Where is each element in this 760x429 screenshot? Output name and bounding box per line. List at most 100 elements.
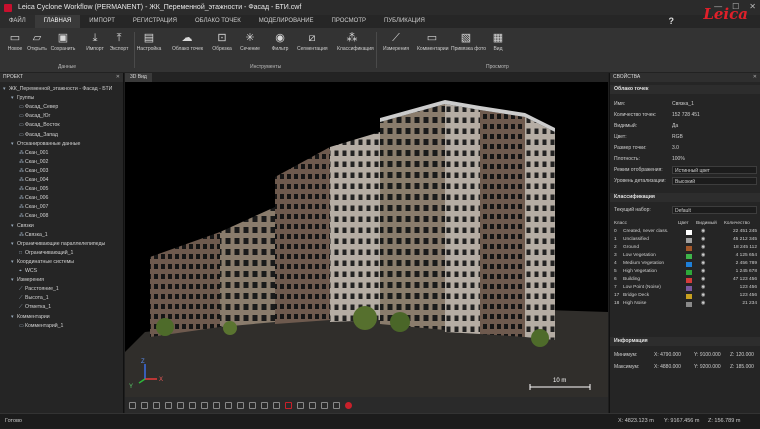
property-select[interactable]: Высокий <box>672 177 757 185</box>
top-view-icon[interactable] <box>177 401 184 409</box>
close-icon[interactable]: ✕ <box>116 73 120 82</box>
tree-item[interactable]: ▾ Координатные системы <box>11 258 74 267</box>
class-color-swatch[interactable] <box>686 285 692 291</box>
eye-icon[interactable]: ◉ <box>701 276 705 284</box>
filter-button[interactable]: ◉ Фильтр <box>265 32 295 64</box>
tree-item[interactable]: ▾ Группы <box>11 94 34 103</box>
classification-row[interactable]: 5 High Vegetation ◉ 1 245 678 <box>613 268 759 276</box>
tree-item[interactable]: ⁂Скан_004 <box>19 176 48 185</box>
section-button[interactable]: ✳ Сечение <box>235 32 265 64</box>
classification-row[interactable]: 3 Low Vegetation ◉ 4 125 654 <box>613 252 759 260</box>
eye-icon[interactable]: ◉ <box>701 268 705 276</box>
menu-tab-file[interactable]: ФАЙЛ <box>0 15 35 28</box>
tree-item[interactable]: ▾ Ограничивающие параллелепипеды <box>11 240 105 249</box>
eye-icon[interactable] <box>321 401 328 409</box>
menu-tab-publish[interactable]: ПУБЛИКАЦИЯ <box>375 15 434 28</box>
tree-item[interactable]: ⁂Скан_006 <box>19 194 48 203</box>
section-icon[interactable] <box>297 401 304 409</box>
property-select[interactable]: Истинный цвет <box>672 166 757 174</box>
menu-tab-point-cloud[interactable]: ОБЛАКО ТОЧЕК <box>186 15 250 28</box>
menu-tab-import[interactable]: ИМПОРТ <box>80 15 124 28</box>
eye-icon[interactable]: ◉ <box>701 284 705 292</box>
tree-item[interactable]: ⌖ WCS <box>19 267 37 276</box>
classification-row[interactable]: 4 Medium Vegetation ◉ 2 456 789 <box>613 260 759 268</box>
tree-item[interactable]: ⁂Связка_1 <box>19 231 48 240</box>
front-view-icon[interactable] <box>189 401 196 409</box>
classification-row[interactable]: 2 Ground ◉ 18 245 112 <box>613 244 759 252</box>
tree-item[interactable]: ▭Фасад_Восток <box>19 121 60 130</box>
measure-icon[interactable] <box>285 401 292 409</box>
layers-icon[interactable] <box>309 401 316 409</box>
tree-item[interactable]: ▾ ЖК_Переменной_этажности - Фасад - БТИ <box>3 85 112 94</box>
tree-item[interactable]: ▭Фасад_Запад <box>19 131 58 140</box>
zoom-icon[interactable] <box>153 401 160 409</box>
view-button[interactable]: ▦ Вид <box>483 32 513 64</box>
tree-item[interactable]: ▾ Комментарии <box>11 313 50 322</box>
eye-icon[interactable]: ◉ <box>701 260 705 268</box>
help-icon[interactable]: ? <box>669 15 675 28</box>
eye-icon[interactable]: ◉ <box>701 236 705 244</box>
box-icon[interactable] <box>249 401 256 409</box>
classification-button[interactable]: ⁂ Классификация <box>337 32 374 64</box>
classification-row[interactable]: 17 Bridge Deck ◉ 123 456 <box>613 292 759 300</box>
section-classification[interactable]: Классификация <box>610 193 760 202</box>
classification-row[interactable]: 1 Unclassified ◉ 45 212 345 <box>613 236 759 244</box>
viewport-3d[interactable]: 3D Вид Z X Y 10 m <box>125 73 608 413</box>
classification-row[interactable]: 18 High Noise ◉ 21 234 <box>613 300 759 308</box>
tree-item[interactable]: ⁂Скан_002 <box>19 158 48 167</box>
tree-item[interactable]: ⁂Скан_003 <box>19 167 48 176</box>
photo-link-button[interactable]: ▧ Привязка фото <box>451 32 486 64</box>
menu-tab-modeling[interactable]: МОДЕЛИРОВАНИЕ <box>250 15 323 28</box>
close-button[interactable]: ✕ <box>749 2 756 11</box>
menu-tab-home[interactable]: ГЛАВНАЯ <box>34 15 81 28</box>
side-view-icon[interactable] <box>201 401 208 409</box>
tree-item[interactable]: ⁂Скан_008 <box>19 212 48 221</box>
tree-item[interactable]: ⁂Скан_001 <box>19 149 48 158</box>
class-color-swatch[interactable] <box>686 261 692 267</box>
menu-tab-registration[interactable]: РЕГИСТРАЦИЯ <box>124 15 186 28</box>
class-color-swatch[interactable] <box>686 245 692 251</box>
tree-item[interactable]: ⁂Скан_007 <box>19 203 48 212</box>
eye-icon[interactable]: ◉ <box>701 300 705 308</box>
class-color-swatch[interactable] <box>686 293 692 299</box>
orbit-icon[interactable] <box>129 401 136 409</box>
class-color-swatch[interactable] <box>686 277 692 283</box>
eye-icon[interactable]: ◉ <box>701 244 705 252</box>
classification-row[interactable]: 6 Building ◉ 47 123 456 <box>613 276 759 284</box>
clip-icon[interactable] <box>261 401 268 409</box>
tree-item[interactable]: ⟋ Высота_1 <box>19 294 49 303</box>
tree-item[interactable]: ▭Комментарий_1 <box>19 322 63 331</box>
section-point-cloud[interactable]: Облако точек <box>610 85 760 94</box>
segmentation-button[interactable]: ⧄ Сегментация <box>297 32 328 64</box>
settings-button[interactable]: ▤ Настройка <box>134 32 164 64</box>
tree-item[interactable]: ▾ Отсканированные данные <box>11 140 80 149</box>
current-set-select[interactable]: Default <box>672 206 757 214</box>
eye-icon[interactable]: ◉ <box>701 228 705 236</box>
fit-icon[interactable] <box>165 401 172 409</box>
close-icon[interactable]: ✕ <box>753 73 757 82</box>
tree-item[interactable]: ▾ Измерения <box>11 276 44 285</box>
tree-item[interactable]: ⟋ Отметка_1 <box>19 303 51 312</box>
tree-item[interactable]: ⟋ Расстояние_1 <box>19 285 59 294</box>
classification-row[interactable]: 0 Created, never class. ◉ 22 451 245 <box>613 228 759 236</box>
tree-item[interactable]: ▭Фасад_Юг <box>19 112 50 121</box>
iso-view-icon[interactable] <box>213 401 220 409</box>
menu-tab-view[interactable]: ПРОСМОТР <box>323 15 375 28</box>
eye-icon[interactable]: ◉ <box>701 292 705 300</box>
section-info[interactable]: Информация <box>610 337 760 346</box>
classification-row[interactable]: 7 Low Point (Noise) ◉ 123 456 <box>613 284 759 292</box>
pan-icon[interactable] <box>141 401 148 409</box>
class-color-swatch[interactable] <box>686 301 692 307</box>
save-button[interactable]: ▣ Сохранить <box>48 32 78 64</box>
tree-item[interactable]: ▭Фасад_Север <box>19 103 58 112</box>
class-color-swatch[interactable] <box>686 253 692 259</box>
class-color-swatch[interactable] <box>686 229 692 235</box>
point-cloud-button[interactable]: ☁ Облако точек <box>172 32 203 64</box>
export-button[interactable]: ⤒ Экспорт <box>104 32 134 64</box>
comments-button[interactable]: ▭ Комментарии <box>417 32 449 64</box>
box-icon[interactable] <box>225 401 232 409</box>
class-color-swatch[interactable] <box>686 269 692 275</box>
box-icon[interactable] <box>237 401 244 409</box>
eye-icon[interactable]: ◉ <box>701 252 705 260</box>
clip-button[interactable]: ⊡ Обрезка <box>207 32 237 64</box>
